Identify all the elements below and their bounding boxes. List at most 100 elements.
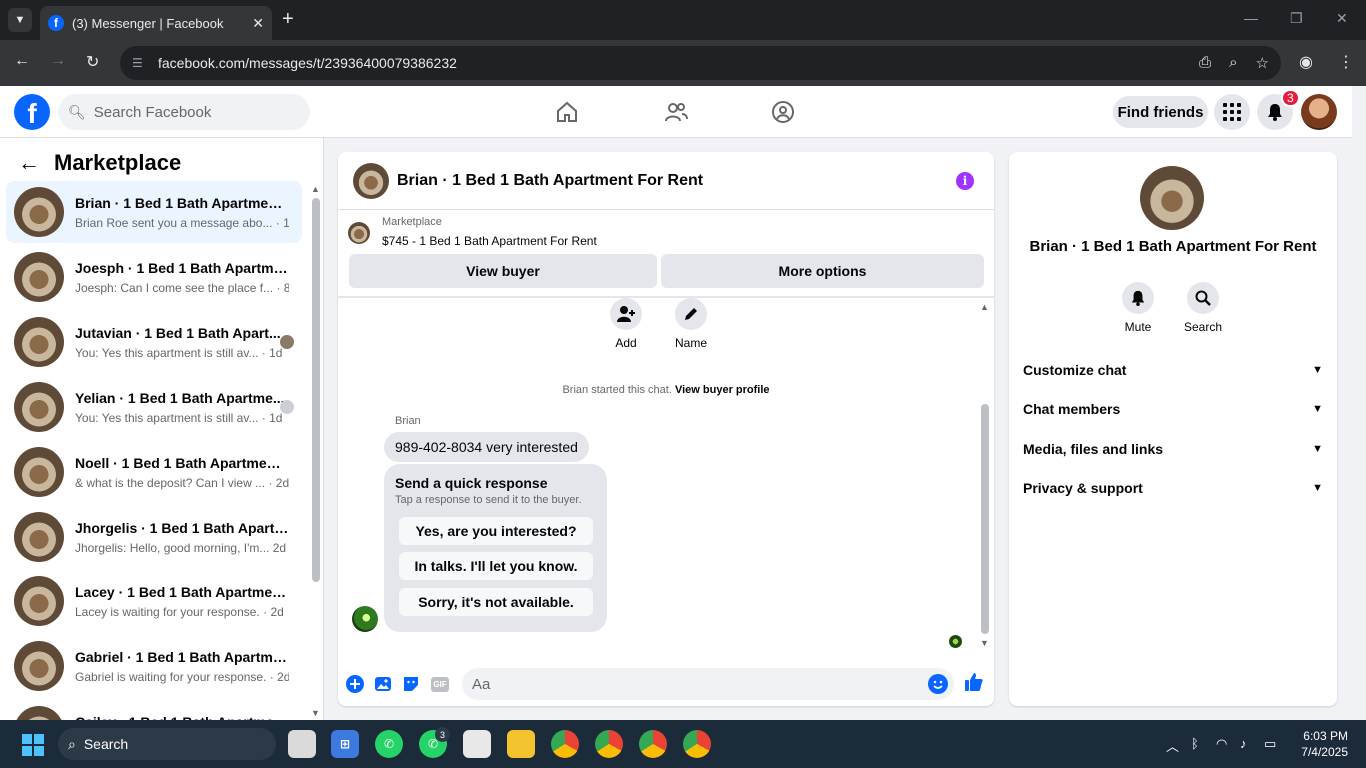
back-icon[interactable]: ←	[14, 52, 30, 70]
listing-summary[interactable]: Marketplace $745 - 1 Bed 1 Bath Apartmen…	[348, 216, 597, 248]
forward-icon[interactable]: →	[50, 52, 66, 70]
bluetooth-icon[interactable]: ᛒ	[1191, 736, 1199, 751]
close-tab-icon[interactable]: ✕	[252, 15, 264, 32]
address-bar[interactable]: ☰ facebook.com/messages/t/23936400079386…	[120, 46, 1281, 80]
taskbar-search-box[interactable]: ⌕ Search	[58, 728, 276, 760]
chrome-profile-icon[interactable]	[639, 730, 667, 758]
listing-profile-avatar[interactable]	[1140, 166, 1204, 230]
conversation-list-scrollbar[interactable]	[312, 198, 320, 582]
chrome-icon[interactable]	[551, 730, 579, 758]
snipping-tool-icon[interactable]	[463, 730, 491, 758]
account-avatar[interactable]	[1301, 94, 1337, 130]
chrome-profile-icon[interactable]	[683, 730, 711, 758]
restore-icon[interactable]: ❐	[1290, 10, 1303, 27]
conversation-item[interactable]: Joesph · 1 Bed 1 Bath Apartment... Joesp…	[6, 246, 302, 308]
add-label: Add	[615, 336, 637, 350]
customize-chat-section[interactable]: Customize chat ▼	[1023, 362, 1323, 378]
gif-icon[interactable]: GIF	[430, 674, 450, 694]
chat-avatar[interactable]	[353, 162, 389, 199]
menu-grid-icon[interactable]	[1214, 94, 1250, 130]
gif-label: GIF	[431, 676, 449, 692]
find-friends-button[interactable]: Find friends	[1113, 96, 1208, 128]
view-buyer-profile-link[interactable]: View buyer profile	[675, 384, 770, 396]
message-input[interactable]: Aa	[462, 668, 954, 700]
zoom-icon[interactable]: ⌕	[1229, 54, 1237, 72]
quick-response-button[interactable]: Yes, are you interested?	[399, 517, 593, 545]
search-in-conversation-action[interactable]: Search	[1173, 282, 1233, 334]
install-app-icon[interactable]: ⎙	[1199, 54, 1211, 72]
conversation-snippet: Brian Roe sent you a message abo...	[75, 215, 273, 230]
message-scrollbar[interactable]	[981, 404, 989, 634]
quick-response-button[interactable]: In talks. I'll let you know.	[399, 552, 593, 580]
home-icon[interactable]	[553, 98, 581, 126]
bookmark-star-icon[interactable]: ☆	[1256, 54, 1269, 72]
tab-search-dropdown-icon[interactable]: ▼	[8, 8, 32, 32]
show-hidden-icons-icon[interactable]: ︿	[1166, 736, 1179, 755]
conversation-item[interactable]: Noell · 1 Bed 1 Bath Apartment F... & wh…	[6, 441, 302, 503]
new-tab-icon[interactable]: +	[282, 8, 294, 31]
listing-avatar	[14, 447, 64, 497]
facebook-logo-icon[interactable]: f	[14, 94, 50, 130]
sticker-icon[interactable]	[401, 674, 421, 694]
view-buyer-button[interactable]: View buyer	[349, 254, 657, 288]
back-arrow-icon[interactable]: ←	[18, 150, 40, 176]
profile-icon[interactable]: ◉	[1299, 52, 1313, 72]
add-people-action[interactable]: Add	[610, 298, 642, 350]
mute-action[interactable]: Mute	[1108, 282, 1168, 334]
like-thumbs-up-icon[interactable]	[964, 672, 984, 698]
scroll-down-arrow-icon[interactable]: ▼	[980, 638, 989, 648]
conversation-item[interactable]: Gabriel · 1 Bed 1 Bath Apartmen... Gabri…	[6, 635, 302, 697]
marketplace-header: ← Marketplace	[18, 150, 181, 176]
privacy-support-section[interactable]: Privacy & support ▼	[1023, 480, 1323, 496]
page-scrollbar[interactable]	[1352, 86, 1366, 720]
message-bubble[interactable]: 989-402-8034 very interested	[384, 432, 589, 462]
groups-icon[interactable]	[769, 98, 797, 126]
scroll-down-arrow-icon[interactable]: ▼	[311, 708, 320, 718]
browser-tab[interactable]: f (3) Messenger | Facebook ✕	[40, 6, 272, 40]
conversation-snippet: You: Yes this apartment is still av...	[75, 345, 259, 360]
facebook-search-input[interactable]: 🔍︎ Search Facebook	[58, 94, 310, 130]
scroll-up-arrow-icon[interactable]: ▲	[311, 184, 320, 194]
conversation-item[interactable]: Lacey · 1 Bed 1 Bath Apartment ... Lacey…	[6, 570, 302, 632]
conversation-item[interactable]: Jutavian · 1 Bed 1 Bath Apart... You: Ye…	[6, 311, 302, 373]
conversation-time: · 2d	[269, 669, 289, 684]
chat-started-notice: Brian started this chat. View buyer prof…	[338, 384, 994, 396]
quick-response-button[interactable]: Sorry, it's not available.	[399, 588, 593, 616]
conversation-item[interactable]: Yelian · 1 Bed 1 Bath Apartme... You: Ye…	[6, 376, 302, 438]
chat-members-section[interactable]: Chat members ▼	[1023, 401, 1323, 417]
sender-avatar[interactable]	[352, 606, 378, 632]
whatsapp-business-icon[interactable]: ✆	[375, 730, 403, 758]
more-options-button[interactable]: More options	[661, 254, 984, 288]
name-chat-action[interactable]: Name	[675, 298, 707, 350]
microsoft-store-icon[interactable]: ⊞	[331, 730, 359, 758]
plus-circle-icon[interactable]	[345, 674, 365, 694]
reload-icon[interactable]: ↻	[86, 52, 99, 72]
volume-icon[interactable]: ♪	[1240, 736, 1247, 751]
listing-price: $745 - 1 Bed 1 Bath Apartment For Rent	[382, 234, 597, 248]
browser-menu-icon[interactable]: ⋮	[1338, 52, 1354, 72]
window-close-icon[interactable]: ✕	[1336, 10, 1348, 27]
windows-taskbar: ⌕ Search ⊞ ✆ ✆ 3 ︿ ᛒ ◠ ♪ ▭ 6:03 PM 7/4/2…	[0, 720, 1366, 768]
battery-icon[interactable]: ▭	[1264, 736, 1276, 752]
file-explorer-icon[interactable]	[507, 730, 535, 758]
chat-header: Brian · 1 Bed 1 Bath Apartment For Rent …	[338, 152, 994, 210]
emoji-icon[interactable]	[928, 674, 948, 694]
site-info-icon[interactable]: ☰	[132, 55, 148, 71]
photo-icon[interactable]	[373, 674, 393, 694]
section-label: Media, files and links	[1023, 441, 1164, 457]
marketplace-conversation-list: ← Marketplace Brian · 1 Bed 1 Bath Apart…	[0, 138, 324, 756]
media-files-links-section[interactable]: Media, files and links ▼	[1023, 441, 1323, 457]
task-view-icon[interactable]	[288, 730, 316, 758]
wifi-icon[interactable]: ◠	[1216, 736, 1227, 752]
windows-start-icon[interactable]	[22, 734, 44, 756]
conversation-item[interactable]: Brian · 1 Bed 1 Bath Apartment F... Bria…	[6, 181, 302, 243]
chrome-profile-icon[interactable]	[595, 730, 623, 758]
minimize-icon[interactable]: —	[1244, 10, 1258, 26]
system-clock[interactable]: 6:03 PM 7/4/2025	[1290, 728, 1348, 760]
conversation-name: Gabriel · 1 Bed 1 Bath Apartmen...	[75, 648, 289, 665]
scroll-up-arrow-icon[interactable]: ▲	[980, 302, 989, 312]
info-icon[interactable]: i	[956, 172, 974, 190]
friends-icon[interactable]	[662, 98, 690, 126]
chat-title[interactable]: Brian · 1 Bed 1 Bath Apartment For Rent	[397, 172, 703, 190]
conversation-item[interactable]: Jhorgelis · 1 Bed 1 Bath Apartme... Jhor…	[6, 506, 302, 568]
